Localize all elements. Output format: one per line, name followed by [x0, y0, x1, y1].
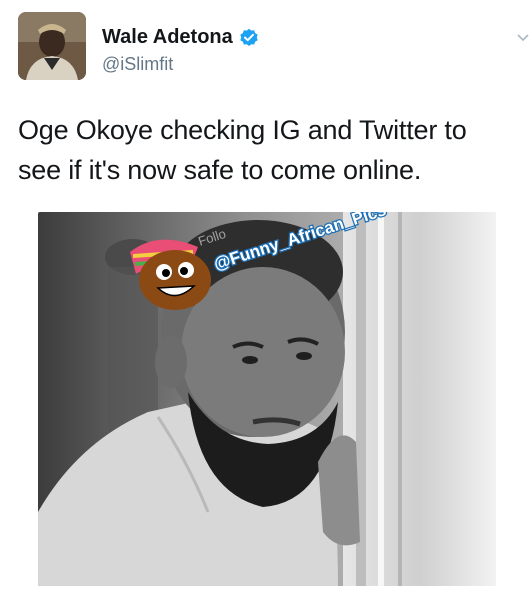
- avatar[interactable]: [18, 12, 86, 80]
- chevron-down-icon[interactable]: [515, 30, 529, 46]
- tweet-photo[interactable]: Follo @Funny_African_Pics: [38, 212, 496, 586]
- tweet-header: Wale Adetona @iSlimfit: [18, 12, 529, 92]
- user-handle[interactable]: @iSlimfit: [102, 54, 173, 75]
- verified-badge-icon: [239, 28, 259, 48]
- name-row: Wale Adetona: [102, 26, 259, 49]
- display-name[interactable]: Wale Adetona: [102, 26, 233, 49]
- tweet-text: Oge Okoye checking IG and Twitter to see…: [18, 115, 467, 185]
